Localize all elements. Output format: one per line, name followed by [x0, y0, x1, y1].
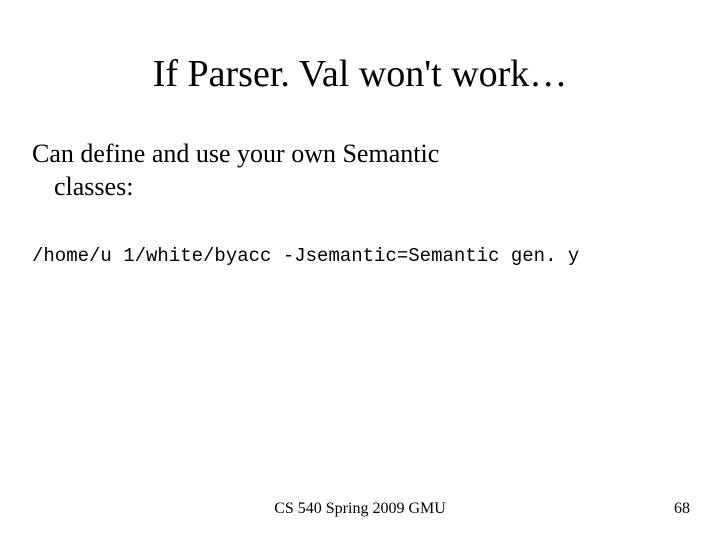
code-command: /home/u 1/white/byacc -Jsemantic=Semanti… — [0, 203, 720, 267]
footer-page-number: 68 — [674, 500, 690, 518]
slide-body: Can define and use your own Semantic cla… — [0, 96, 720, 203]
body-line-2: classes: — [32, 171, 660, 204]
slide-container: If Parser. Val won't work… Can define an… — [0, 0, 720, 540]
slide-title: If Parser. Val won't work… — [0, 0, 720, 96]
footer-course-info: CS 540 Spring 2009 GMU — [274, 500, 446, 518]
body-line-1: Can define and use your own Semantic — [32, 139, 439, 168]
